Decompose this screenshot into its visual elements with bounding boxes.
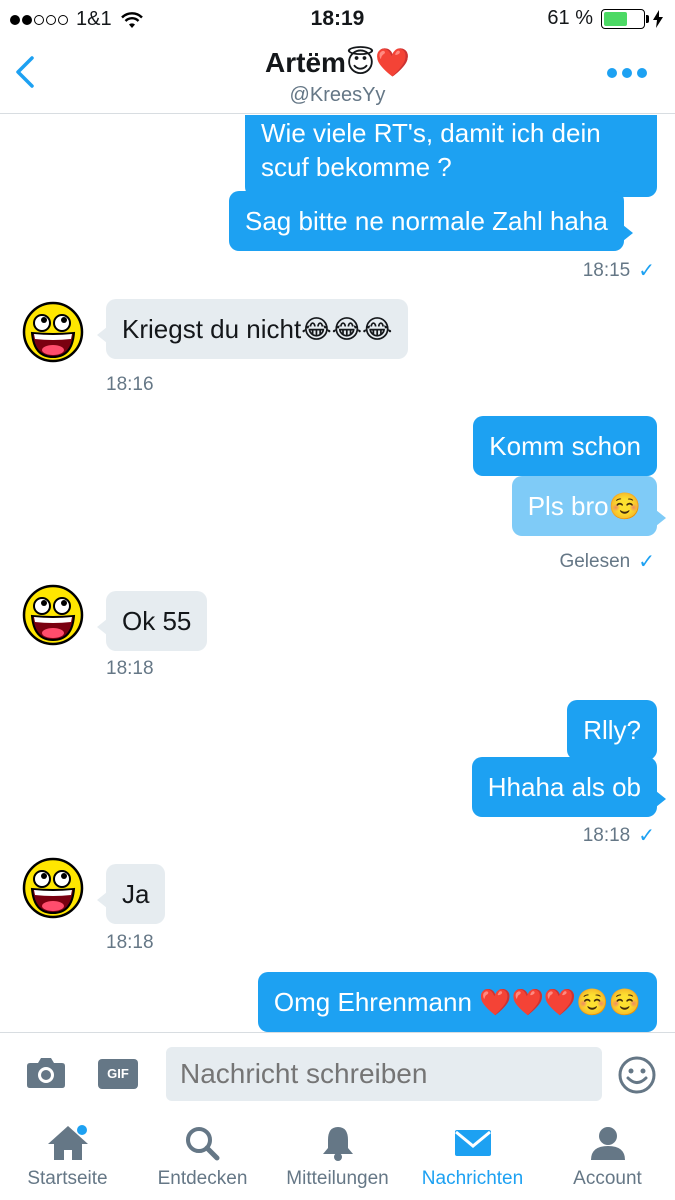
home-icon [47, 1125, 88, 1160]
message-timestamp: 18:18 ✓ [582, 824, 655, 848]
bell-icon [322, 1127, 353, 1161]
message-bubble-incoming[interactable]: Ja [96, 864, 166, 924]
person-icon [590, 1127, 625, 1160]
message-timestamp: 18:18 [106, 932, 154, 953]
emoji-icon[interactable] [617, 1055, 657, 1095]
message-composer: GIF [0, 1032, 675, 1114]
contact-avatar[interactable] [22, 301, 84, 363]
envelope-icon [454, 1130, 491, 1156]
message-bubble-incoming[interactable]: Kriegst du nicht😂😂😂 [96, 299, 409, 359]
tab-home[interactable]: Startseite [0, 1124, 135, 1190]
search-icon [185, 1127, 219, 1161]
read-check-icon: ✓ [638, 551, 655, 573]
message-timestamp: 18:15 ✓ [582, 259, 655, 283]
message-bubble-outgoing[interactable]: Omg Ehrenmann ❤️❤️❤️☺️☺️ [257, 972, 657, 1032]
tab-account[interactable]: Account [540, 1124, 675, 1190]
more-options-button[interactable] [607, 68, 647, 78]
tab-notifications[interactable]: Mitteilungen [270, 1124, 405, 1190]
sent-check-icon: ✓ [638, 825, 655, 847]
message-bubble-incoming[interactable]: Ok 55 [96, 591, 208, 651]
message-timestamp: 18:18 [106, 658, 154, 679]
contact-handle[interactable]: @KreesYy [0, 84, 675, 107]
battery-status: 61 % [547, 7, 663, 30]
tab-messages[interactable]: Nachrichten [405, 1124, 540, 1190]
message-bubble-outgoing[interactable]: Rlly? [567, 700, 657, 760]
sent-check-icon: ✓ [638, 260, 655, 282]
message-timestamp: 18:16 [106, 374, 154, 395]
tab-explore[interactable]: Entdecken [135, 1124, 270, 1190]
message-list[interactable]: Wie viele RT's, damit ich dein scuf beko… [0, 115, 675, 1032]
battery-icon [601, 8, 649, 29]
status-bar: 1&1 18:19 61 % [0, 0, 675, 38]
charging-bolt-icon [653, 9, 663, 28]
gif-button[interactable]: GIF [98, 1059, 138, 1089]
message-bubble-outgoing[interactable]: Wie viele RT's, damit ich dein scuf beko… [245, 115, 657, 197]
read-receipt: Gelesen ✓ [559, 550, 655, 574]
message-bubble-outgoing[interactable]: Komm schon [473, 416, 657, 476]
contact-avatar[interactable] [22, 584, 84, 646]
message-bubble-outgoing[interactable]: Pls bro☺️ [511, 476, 667, 536]
message-bubble-outgoing[interactable]: Sag bitte ne normale Zahl haha [229, 191, 633, 251]
conversation-header: Artëm😇❤️ @KreesYy [0, 38, 675, 114]
contact-name[interactable]: Artëm😇❤️ [0, 46, 675, 79]
message-input[interactable] [166, 1047, 602, 1101]
message-bubble-outgoing[interactable]: Hhaha als ob [471, 757, 667, 817]
camera-icon[interactable] [26, 1055, 66, 1089]
contact-avatar[interactable] [22, 857, 84, 919]
tab-bar: Startseite Entdecken Mitteilungen Nachri… [0, 1114, 675, 1200]
battery-percent: 61 % [547, 7, 593, 29]
